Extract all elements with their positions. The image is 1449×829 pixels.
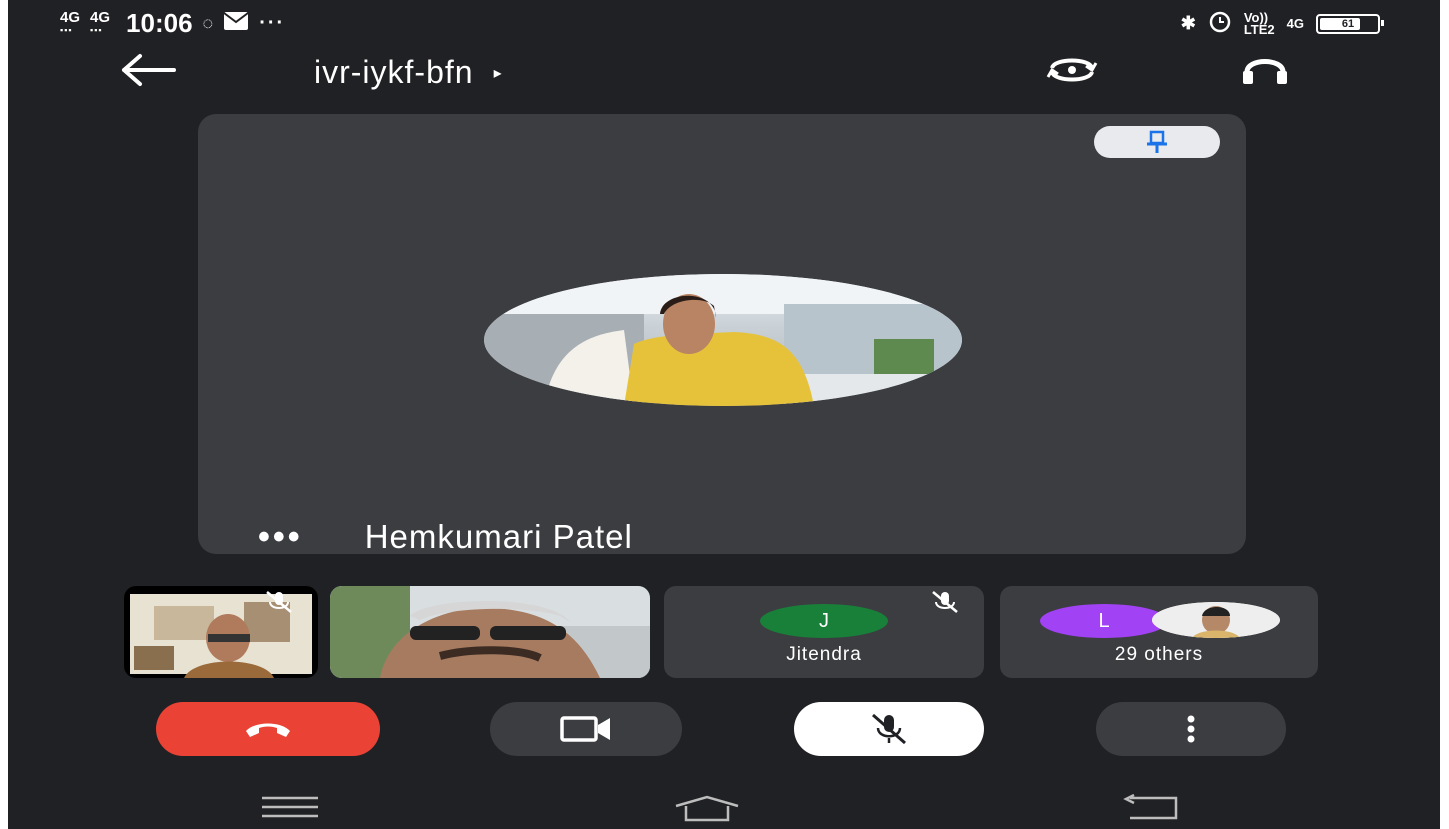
signal-strength-sim1: 4G ▪▪▪: [60, 8, 81, 35]
caret-right-icon: ▸: [493, 64, 503, 82]
status-bar: 4G ▪▪▪ 4G ▪▪▪ 10:06 ◌ ··· ✱ Vo)) LTE2 4G 61: [8, 0, 1440, 44]
participant-initial-avatar: J: [760, 604, 888, 638]
arrow-left-icon: [122, 54, 176, 86]
participant-thumbnail[interactable]: [124, 586, 318, 678]
toggle-camera-button[interactable]: [490, 702, 682, 756]
home-icon: [675, 795, 739, 822]
back-icon: [1123, 793, 1178, 820]
recent-apps-button[interactable]: [260, 794, 320, 825]
mic-off-icon: [266, 591, 292, 613]
video-camera-icon: [560, 716, 610, 742]
end-call-button[interactable]: [156, 702, 380, 756]
volte-indicator: Vo)) LTE2: [1243, 9, 1275, 37]
switch-camera-icon: [1046, 58, 1098, 82]
toggle-mic-button[interactable]: [794, 702, 984, 756]
more-vert-icon: [1187, 715, 1195, 743]
bluetooth-icon: ✱: [1180, 13, 1196, 33]
switch-camera-button[interactable]: [1044, 54, 1100, 86]
more-options-button[interactable]: [1096, 702, 1286, 756]
participant-initial-avatar: L: [1040, 604, 1168, 638]
meet-call-screen: 4G ▪▪▪ 4G ▪▪▪ 10:06 ◌ ··· ✱ Vo)) LTE2 4G 61…: [8, 0, 1440, 829]
mic-off-icon: [932, 591, 958, 613]
back-button[interactable]: [118, 50, 178, 97]
meeting-code: ivr-iykf-bfn: [314, 54, 474, 90]
back-nav-button[interactable]: [1120, 793, 1182, 827]
headphones-icon: [1243, 59, 1287, 84]
more-notifications-icon: ···: [259, 12, 286, 34]
network-type: 4G: [1286, 15, 1304, 31]
menu-icon: [262, 796, 318, 818]
system-nav-bar: [8, 790, 1440, 829]
meeting-code-button[interactable]: ivr-iykf-bfn ▸: [314, 54, 503, 91]
mail-icon: [223, 11, 249, 36]
participant-options-button[interactable]: •••: [258, 520, 303, 554]
participant-video: [330, 586, 650, 678]
pin-button[interactable]: [1094, 126, 1220, 158]
hang-up-icon: [246, 723, 290, 737]
speaker-photo: [484, 274, 962, 406]
participant-thumbnail[interactable]: [330, 586, 650, 678]
speaker-avatar: [484, 274, 962, 406]
mic-off-icon: [872, 713, 906, 745]
participant-avatar: [1152, 602, 1280, 638]
participant-name: Jitendra: [786, 644, 862, 665]
pin-icon: [1147, 130, 1167, 153]
speaker-name: Hemkumari Patel: [364, 518, 633, 555]
audio-output-button[interactable]: [1240, 54, 1290, 86]
home-button[interactable]: [672, 794, 742, 829]
battery-icon: 61: [1316, 13, 1384, 34]
others-thumbnail[interactable]: L 29 others: [1000, 586, 1318, 678]
participant-thumbnail[interactable]: J Jitendra: [664, 586, 984, 678]
signal-strength-sim2: 4G ▪▪▪: [90, 8, 111, 35]
others-count-label: 29 others: [1114, 644, 1204, 665]
call-header: ivr-iykf-bfn ▸: [8, 46, 1440, 96]
clock: 10:06: [126, 8, 193, 38]
alarm-icon: [1208, 9, 1232, 38]
whatsapp-icon: ◌: [202, 13, 214, 33]
main-speaker-tile[interactable]: ••• Hemkumari Patel: [198, 114, 1246, 555]
